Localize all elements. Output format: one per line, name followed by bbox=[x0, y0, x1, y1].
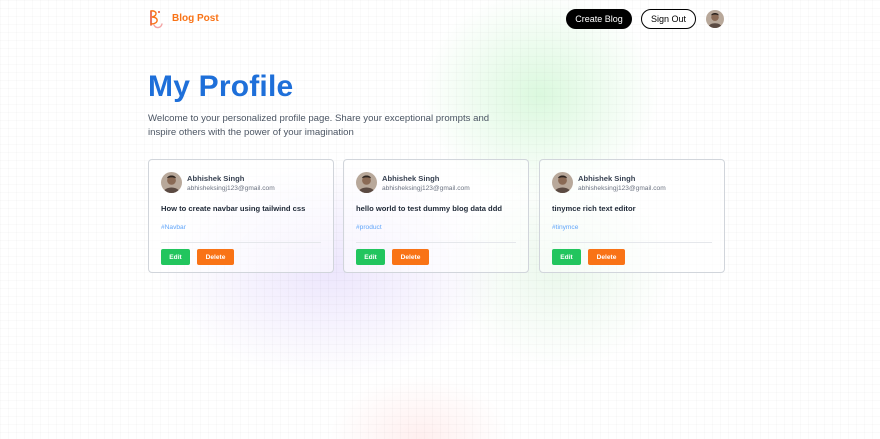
author-name[interactable]: Abhishek Singh bbox=[187, 174, 244, 183]
post-title: How to create navbar using tailwind css bbox=[161, 204, 306, 213]
delete-button[interactable]: Delete bbox=[588, 249, 625, 265]
card-divider bbox=[161, 242, 321, 243]
author-avatar-icon[interactable] bbox=[356, 172, 377, 193]
page-title: My Profile bbox=[148, 70, 294, 103]
post-tag[interactable]: #tinymce bbox=[552, 224, 578, 231]
edit-button[interactable]: Edit bbox=[356, 249, 385, 265]
post-title: tinymce rich text editor bbox=[552, 204, 636, 213]
author-avatar-icon[interactable] bbox=[161, 172, 182, 193]
author-email: abhisheksingj123@gmail.com bbox=[578, 185, 666, 192]
card-divider bbox=[356, 242, 516, 243]
page-description: Welcome to your personalized profile pag… bbox=[148, 113, 490, 138]
user-avatar-icon[interactable] bbox=[706, 10, 724, 28]
author-name[interactable]: Abhishek Singh bbox=[382, 174, 439, 183]
post-card: Abhishek Singh abhisheksingj123@gmail.co… bbox=[539, 159, 725, 273]
post-card: Abhishek Singh abhisheksingj123@gmail.co… bbox=[343, 159, 529, 273]
post-tag[interactable]: #product bbox=[356, 224, 382, 231]
author-name[interactable]: Abhishek Singh bbox=[578, 174, 635, 183]
edit-button[interactable]: Edit bbox=[161, 249, 190, 265]
delete-button[interactable]: Delete bbox=[392, 249, 429, 265]
author-avatar-icon[interactable] bbox=[552, 172, 573, 193]
author-email: abhisheksingj123@gmail.com bbox=[187, 185, 275, 192]
post-tag[interactable]: #Navbar bbox=[161, 224, 186, 231]
brand-name[interactable]: Blog Post bbox=[172, 13, 219, 24]
card-divider bbox=[552, 242, 712, 243]
delete-button[interactable]: Delete bbox=[197, 249, 234, 265]
author-email: abhisheksingj123@gmail.com bbox=[382, 185, 470, 192]
blog-logo-icon[interactable] bbox=[148, 8, 164, 30]
post-title: hello world to test dummy blog data ddd bbox=[356, 204, 502, 213]
sign-out-button[interactable]: Sign Out bbox=[641, 9, 696, 29]
post-card: Abhishek Singh abhisheksingj123@gmail.co… bbox=[148, 159, 334, 273]
create-blog-button[interactable]: Create Blog bbox=[566, 9, 632, 29]
edit-button[interactable]: Edit bbox=[552, 249, 581, 265]
top-navbar: Blog Post Create Blog Sign Out bbox=[148, 8, 725, 30]
